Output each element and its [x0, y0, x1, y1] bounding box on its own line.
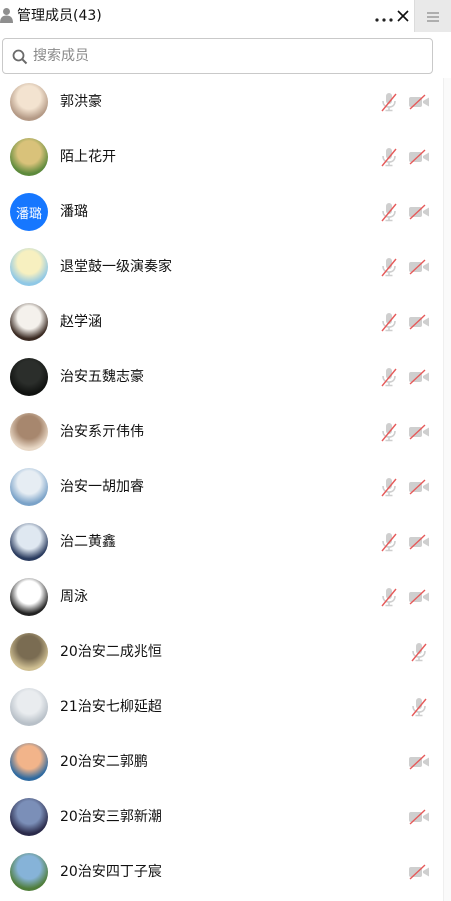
camera-off-icon[interactable]: [408, 863, 430, 881]
member-name: 退堂鼓一级演奏家: [60, 259, 172, 275]
member-name: 郭洪豪: [60, 94, 102, 110]
member-name: 治安系亓伟伟: [60, 424, 144, 440]
more-button[interactable]: [374, 6, 394, 26]
avatar: [10, 688, 48, 726]
member-name: 治二黄鑫: [60, 534, 116, 550]
member-name: 潘璐: [60, 204, 88, 220]
person-icon: [0, 7, 13, 23]
mic-muted-icon[interactable]: [379, 201, 399, 223]
member-row[interactable]: 20治安四丁子宸: [0, 845, 451, 900]
member-name: 赵学涵: [60, 314, 102, 330]
close-button[interactable]: [395, 6, 411, 26]
member-row[interactable]: 治二黄鑫: [0, 515, 451, 570]
mic-muted-icon[interactable]: [379, 146, 399, 168]
mic-muted-icon[interactable]: [379, 476, 399, 498]
more-icon: [375, 7, 393, 26]
member-name: 治安一胡加睿: [60, 479, 144, 495]
member-row[interactable]: 周泳: [0, 570, 451, 625]
mic-muted-icon[interactable]: [379, 311, 399, 333]
menu-icon: [427, 7, 439, 26]
avatar: [10, 358, 48, 396]
member-name: 21治安七柳延超: [60, 699, 162, 715]
camera-off-icon[interactable]: [408, 478, 430, 496]
member-name: 20治安二郭鹏: [60, 754, 148, 770]
camera-off-icon[interactable]: [408, 753, 430, 771]
member-row[interactable]: 陌上花开: [0, 130, 451, 185]
mic-muted-icon[interactable]: [379, 421, 399, 443]
avatar: [10, 523, 48, 561]
scrollbar[interactable]: [443, 78, 451, 901]
camera-off-icon[interactable]: [408, 588, 430, 606]
member-row[interactable]: 治安一胡加睿: [0, 460, 451, 515]
member-list: 郭洪豪 陌上花开 潘璐 潘璐 退堂鼓一级演奏家 赵学涵 治安五魏志豪 治安系亓伟…: [0, 78, 451, 901]
member-row[interactable]: 潘璐 潘璐: [0, 185, 451, 240]
panel-header: 管理成员(43): [0, 0, 451, 32]
member-row[interactable]: 20治安二郭鹏: [0, 735, 451, 790]
camera-off-icon[interactable]: [408, 148, 430, 166]
camera-off-icon[interactable]: [408, 533, 430, 551]
avatar: [10, 853, 48, 891]
member-name: 陌上花开: [60, 149, 116, 165]
side-menu-button[interactable]: [414, 0, 451, 32]
member-row[interactable]: 21治安七柳延超: [0, 680, 451, 735]
manage-members-panel: 管理成员(43) 搜索成员 郭洪豪 陌上花开 潘璐 潘璐 退堂鼓一级演奏家 赵学…: [0, 0, 451, 901]
member-name: 周泳: [60, 589, 88, 605]
search-input[interactable]: [33, 44, 423, 68]
member-row[interactable]: 退堂鼓一级演奏家: [0, 240, 451, 295]
avatar: [10, 413, 48, 451]
avatar: [10, 578, 48, 616]
search-icon: [12, 49, 28, 65]
avatar: [10, 83, 48, 121]
avatar: [10, 633, 48, 671]
avatar: 潘璐: [10, 193, 48, 231]
avatar: [10, 468, 48, 506]
member-name: 20治安四丁子宸: [60, 864, 162, 880]
mic-muted-icon[interactable]: [409, 696, 429, 718]
camera-off-icon[interactable]: [408, 368, 430, 386]
member-name: 20治安二成兆恒: [60, 644, 162, 660]
camera-off-icon[interactable]: [408, 93, 430, 111]
member-row[interactable]: 治安五魏志豪: [0, 350, 451, 405]
member-row[interactable]: 郭洪豪: [0, 78, 451, 130]
camera-off-icon[interactable]: [408, 423, 430, 441]
camera-off-icon[interactable]: [408, 203, 430, 221]
avatar: [10, 798, 48, 836]
member-row[interactable]: 20治安二成兆恒: [0, 625, 451, 680]
mic-muted-icon[interactable]: [409, 641, 429, 663]
member-row[interactable]: 赵学涵: [0, 295, 451, 350]
avatar: [10, 248, 48, 286]
mic-muted-icon[interactable]: [379, 366, 399, 388]
mic-muted-icon[interactable]: [379, 586, 399, 608]
mic-muted-icon[interactable]: [379, 531, 399, 553]
member-name: 20治安三郭新潮: [60, 809, 162, 825]
avatar: [10, 138, 48, 176]
panel-title: 管理成员(43): [17, 8, 102, 24]
mic-muted-icon[interactable]: [379, 91, 399, 113]
avatar: [10, 743, 48, 781]
member-row[interactable]: 治安系亓伟伟: [0, 405, 451, 460]
member-search-box: [2, 38, 433, 74]
mic-muted-icon[interactable]: [379, 256, 399, 278]
camera-off-icon[interactable]: [408, 313, 430, 331]
camera-off-icon[interactable]: [408, 808, 430, 826]
camera-off-icon[interactable]: [408, 258, 430, 276]
close-icon: [397, 7, 409, 26]
member-name: 治安五魏志豪: [60, 369, 144, 385]
avatar: [10, 303, 48, 341]
member-row[interactable]: 20治安三郭新潮: [0, 790, 451, 845]
